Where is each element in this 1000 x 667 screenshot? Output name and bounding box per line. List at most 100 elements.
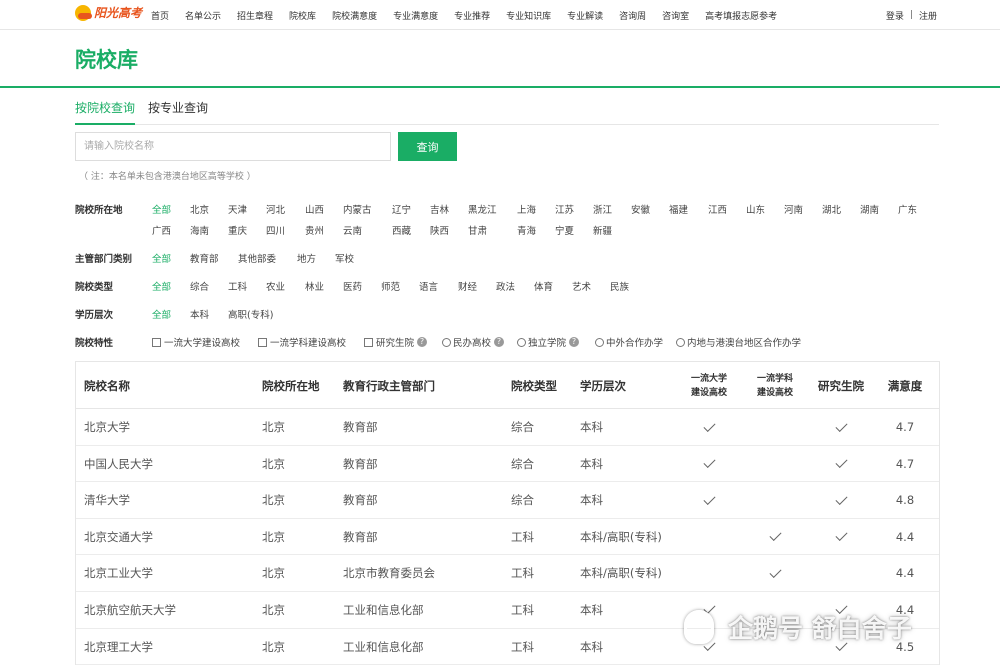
nav-item[interactable]: 专业推荐 [454,9,490,22]
filter-option-location[interactable]: 陕西 [430,223,449,237]
checkbox-icon[interactable] [364,337,373,347]
filter-feature-option[interactable]: 中外合作办学 [595,335,663,349]
filter-option-type[interactable]: 政法 [496,279,515,293]
cell-name[interactable]: 中国人民大学 [84,446,153,482]
filter-feature-option[interactable]: 独立学院? [517,335,580,349]
cell-name[interactable]: 北京航空航天大学 [84,592,176,628]
filter-option-location[interactable]: 山东 [746,202,765,216]
filter-option-type[interactable]: 师范 [381,279,400,293]
filter-option-dept[interactable]: 教育部 [190,251,219,265]
filter-feature-option[interactable]: 研究生院? [364,335,428,349]
filter-option-location[interactable]: 云南 [343,223,362,237]
nav-item[interactable]: 高考填报志愿参考 [705,9,777,22]
filter-option-location[interactable]: 江西 [708,202,727,216]
filter-option-type[interactable]: 林业 [305,279,324,293]
filter-option-type[interactable]: 体育 [534,279,553,293]
table-header-cell[interactable]: 满意度 [874,362,936,409]
login-link[interactable]: 登录 [886,9,904,22]
filter-feature-option[interactable]: 一流大学建设高校 [152,335,240,349]
nav-item[interactable]: 招生章程 [237,9,273,22]
filter-option-location[interactable]: 河北 [266,202,285,216]
cell-name[interactable]: 北京交通大学 [84,519,153,555]
school-search-input[interactable] [75,132,391,161]
filter-option-level[interactable]: 高职(专科) [228,307,273,321]
cell-name[interactable]: 北京理工大学 [84,629,153,665]
filter-option-location[interactable]: 海南 [190,223,209,237]
tab-by-major[interactable]: 按专业查询 [148,99,208,123]
filter-option-location[interactable]: 安徽 [631,202,650,216]
filter-option-location[interactable]: 湖南 [860,202,879,216]
filter-option-location[interactable]: 重庆 [228,223,247,237]
filter-option-dept[interactable]: 军校 [335,251,354,265]
filter-option-dept[interactable]: 地方 [297,251,316,265]
table-row[interactable]: 中国人民大学 北京 教育部 综合 本科 4.7 [76,446,939,483]
filter-option-level[interactable]: 本科 [190,307,209,321]
checkbox-icon[interactable] [152,337,161,347]
filter-option-type[interactable]: 全部 [152,279,171,293]
filter-option-level[interactable]: 全部 [152,307,171,321]
table-row[interactable]: 清华大学 北京 教育部 综合 本科 4.8 [76,482,939,519]
filter-option-type[interactable]: 语言 [419,279,438,293]
nav-item[interactable]: 名单公示 [185,9,221,22]
filter-option-location[interactable]: 浙江 [593,202,612,216]
nav-item[interactable]: 专业知识库 [506,9,551,22]
checkbox-icon[interactable] [258,337,267,347]
radio-icon[interactable] [517,337,526,347]
filter-option-type[interactable]: 农业 [266,279,285,293]
filter-option-type[interactable]: 艺术 [572,279,591,293]
filter-option-location[interactable]: 内蒙古 [343,202,372,216]
tab-by-school[interactable]: 按院校查询 [75,99,136,125]
nav-item[interactable]: 咨询室 [662,9,689,22]
filter-option-location[interactable]: 河南 [784,202,803,216]
filter-option-location[interactable]: 辽宁 [392,202,411,216]
filter-feature-option[interactable]: 民办高校? [442,335,505,349]
cell-name[interactable]: 北京工业大学 [84,555,153,591]
filter-option-type[interactable]: 财经 [458,279,477,293]
filter-option-location[interactable]: 西藏 [392,223,411,237]
filter-option-dept[interactable]: 其他部委 [238,251,276,265]
filter-option-type[interactable]: 民族 [610,279,629,293]
filter-option-location[interactable]: 吉林 [430,202,449,216]
nav-item[interactable]: 首页 [151,9,169,22]
filter-option-type[interactable]: 医药 [343,279,362,293]
filter-option-dept[interactable]: 全部 [152,251,171,265]
register-link[interactable]: 注册 [919,9,937,22]
nav-item[interactable]: 院校库 [289,9,316,22]
cell-name[interactable]: 北京大学 [84,409,130,445]
help-icon[interactable]: ? [417,337,428,347]
filter-option-location[interactable]: 山西 [305,202,324,216]
table-row[interactable]: 北京大学 北京 教育部 综合 本科 4.7 [76,409,939,446]
radio-icon[interactable] [676,337,685,347]
site-logo[interactable]: 阳光高考 [75,4,142,21]
filter-option-location[interactable]: 黑龙江 [468,202,497,216]
filter-option-location[interactable]: 广西 [152,223,171,237]
nav-item[interactable]: 院校满意度 [332,9,377,22]
nav-item[interactable]: 专业满意度 [393,9,438,22]
filter-option-location[interactable]: 新疆 [593,223,612,237]
filter-option-location[interactable]: 甘肃 [468,223,487,237]
filter-option-type[interactable]: 综合 [190,279,209,293]
filter-option-location[interactable]: 宁夏 [555,223,574,237]
filter-feature-option[interactable]: 内地与港澳台地区合作办学 [676,335,801,349]
filter-option-location[interactable]: 天津 [228,202,247,216]
radio-icon[interactable] [595,337,604,347]
filter-option-location[interactable]: 四川 [266,223,285,237]
radio-icon[interactable] [442,337,451,347]
help-icon[interactable]: ? [569,337,580,347]
nav-item[interactable]: 咨询周 [619,9,646,22]
table-row[interactable]: 北京工业大学 北京 北京市教育委员会 工科 本科/高职(专科) 4.4 [76,555,939,592]
cell-name[interactable]: 清华大学 [84,482,130,518]
filter-option-location[interactable]: 贵州 [305,223,324,237]
nav-item[interactable]: 专业解读 [567,9,603,22]
help-icon[interactable]: ? [494,337,505,347]
filter-option-location[interactable]: 广东 [898,202,917,216]
filter-option-location[interactable]: 青海 [517,223,536,237]
table-row[interactable]: 北京交通大学 北京 教育部 工科 本科/高职(专科) 4.4 [76,519,939,556]
filter-option-location[interactable]: 全部 [152,202,171,216]
filter-option-type[interactable]: 工科 [228,279,247,293]
filter-feature-option[interactable]: 一流学科建设高校 [258,335,346,349]
filter-option-location[interactable]: 湖北 [822,202,841,216]
filter-option-location[interactable]: 上海 [517,202,536,216]
filter-option-location[interactable]: 北京 [190,202,209,216]
filter-option-location[interactable]: 江苏 [555,202,574,216]
